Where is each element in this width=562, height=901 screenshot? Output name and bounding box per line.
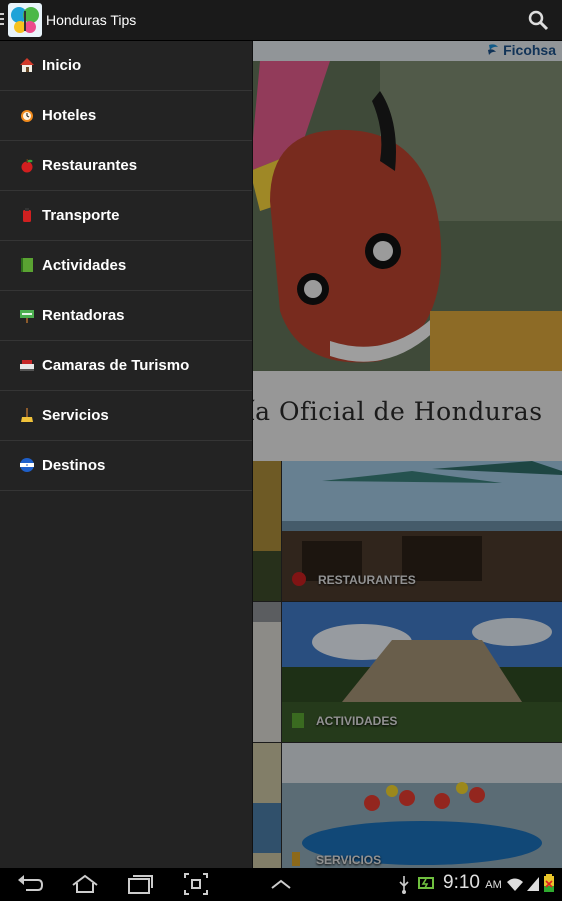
drawer-item-label: Hoteles: [42, 107, 97, 124]
drawer-item-restaurantes[interactable]: Restaurantes: [0, 141, 252, 191]
system-nav-bar: 9:10 AM: [0, 868, 562, 900]
sign-icon: [19, 307, 35, 323]
butterfly-logo-icon[interactable]: [8, 3, 42, 37]
chevron-up-icon[interactable]: [268, 872, 294, 896]
drawer-item-rentadoras[interactable]: Rentadoras: [0, 291, 252, 341]
alarm-clock-icon: [19, 107, 35, 123]
signal-icon: [526, 872, 540, 896]
drawer-item-inicio[interactable]: Inicio: [0, 41, 252, 91]
home-button-icon[interactable]: [70, 872, 100, 896]
navigation-drawer: Inicio Hoteles Restaurantes Transporte A…: [0, 41, 253, 868]
fuel-can-icon: [19, 207, 35, 223]
drawer-indicator-icon[interactable]: [0, 13, 4, 27]
drawer-item-label: Inicio: [42, 57, 82, 74]
drawer-item-label: Restaurantes: [42, 157, 138, 174]
status-clock: 9:10 AM: [443, 872, 502, 894]
drawer-item-camaras-de-turismo[interactable]: Camaras de Turismo: [0, 341, 252, 391]
back-icon[interactable]: [16, 872, 44, 896]
drawer-item-label: Servicios: [42, 407, 109, 424]
search-icon[interactable]: [526, 8, 552, 32]
drawer-item-label: Actividades: [42, 257, 127, 274]
recent-apps-icon[interactable]: [126, 872, 154, 896]
app-title: Honduras Tips: [46, 12, 137, 28]
broom-icon: [19, 407, 35, 423]
drawer-item-label: Destinos: [42, 457, 106, 474]
clock-time: 9:10: [443, 872, 480, 893]
drawer-item-hoteles[interactable]: Hoteles: [0, 91, 252, 141]
drawer-item-label: Transporte: [42, 207, 120, 224]
wifi-icon: [506, 872, 524, 896]
drawer-item-servicios[interactable]: Servicios: [0, 391, 252, 441]
battery-icon: [542, 872, 556, 896]
usb-icon: [396, 872, 412, 896]
battery-charge-notification-icon: [417, 872, 437, 896]
cash-register-icon: [19, 357, 35, 373]
home-icon: [19, 57, 35, 73]
flag-icon: [19, 457, 35, 473]
drawer-item-destinos[interactable]: Destinos: [0, 441, 252, 491]
notebook-icon: [19, 257, 35, 273]
drawer-item-transporte[interactable]: Transporte: [0, 191, 252, 241]
clock-ampm: AM: [485, 879, 502, 891]
drawer-item-actividades[interactable]: Actividades: [0, 241, 252, 291]
drawer-item-label: Rentadoras: [42, 307, 125, 324]
screenshot-icon[interactable]: [183, 872, 209, 896]
apple-icon: [19, 157, 35, 173]
drawer-item-label: Camaras de Turismo: [42, 357, 190, 374]
action-bar: Honduras Tips: [0, 0, 562, 41]
